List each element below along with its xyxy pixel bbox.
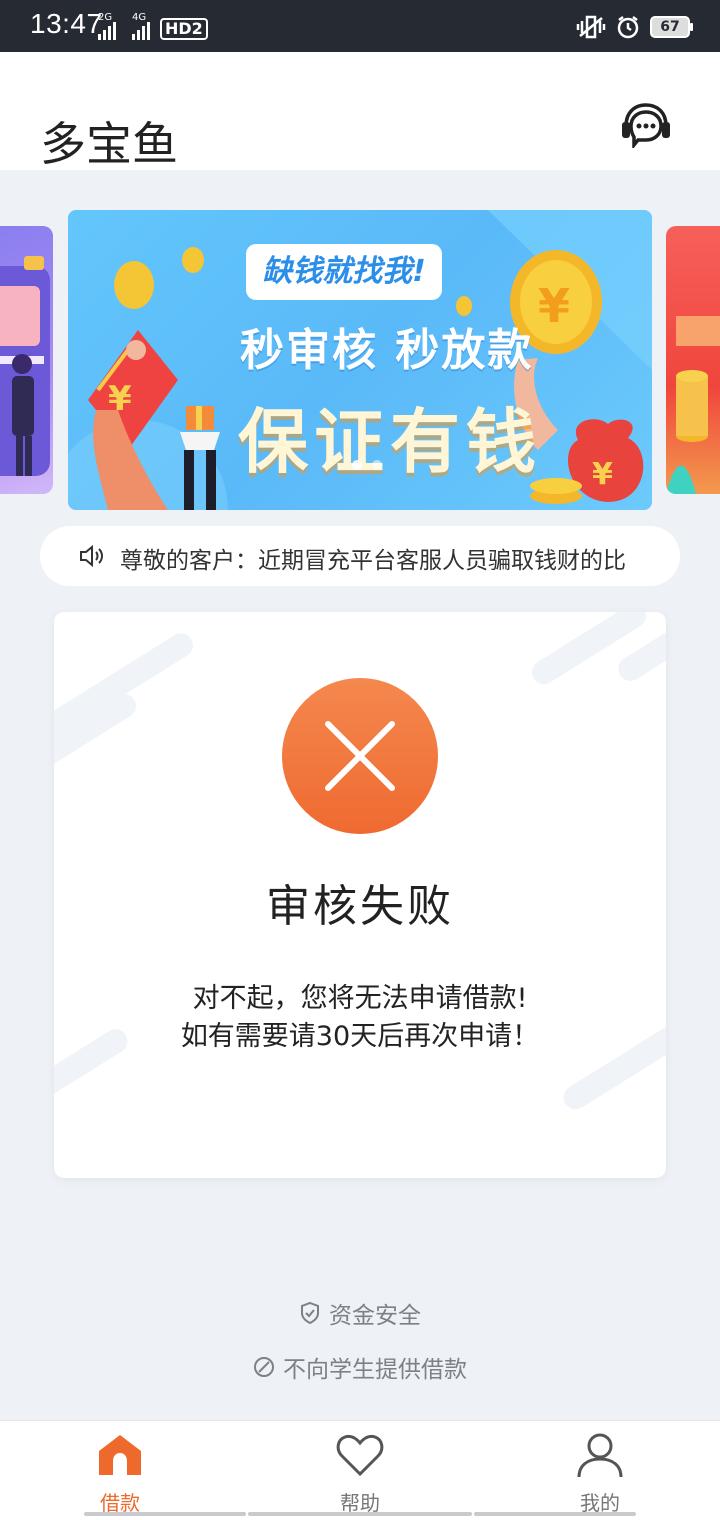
nav-item-mine[interactable]: 我的 <box>480 1421 720 1520</box>
alarm-icon <box>617 16 639 39</box>
headset-chat-icon[interactable] <box>620 102 672 148</box>
no-students-note: 不向学生提供借款 <box>0 1350 720 1384</box>
status-time: 13:47 <box>30 8 103 39</box>
signal-indicators: 2G 4G HD2 <box>98 12 208 40</box>
svg-text:¥: ¥ <box>538 279 570 333</box>
hd-voice-badge: HD2 <box>160 18 208 40</box>
businessman-illustration <box>0 256 50 476</box>
nav-item-help[interactable]: 帮助 <box>240 1421 480 1520</box>
bottom-nav: 借款 帮助 我的 <box>0 1420 720 1520</box>
carousel-dot[interactable] <box>372 460 382 470</box>
app-title: 多宝鱼 <box>40 117 178 171</box>
status-bar: 13:47 2G 4G HD2 67 <box>0 0 720 52</box>
fund-safety-label: 资金安全 <box>329 1303 421 1329</box>
gesture-bar <box>248 1512 472 1516</box>
banner-next-slide[interactable] <box>666 226 720 494</box>
coins-illustration <box>666 316 720 494</box>
result-message-line1: 对不起，您将无法申请借款! <box>192 983 528 1014</box>
nav-item-loan[interactable]: 借款 <box>0 1421 240 1520</box>
carousel-dots <box>352 460 382 470</box>
app-header: 多宝鱼 <box>0 52 720 171</box>
fail-status-icon <box>282 678 438 834</box>
banner-slogan: 保证有钱 <box>238 401 542 483</box>
result-message-line2: 如有需要请30天后再次申请！ <box>180 1021 540 1052</box>
gesture-bar <box>84 1512 246 1516</box>
banner-previous-slide[interactable] <box>0 226 53 494</box>
result-title: 审核失败 <box>266 881 454 932</box>
speaker-icon <box>80 544 103 568</box>
result-card: 审核失败 对不起，您将无法申请借款! 如有需要请30天后再次申请！ <box>54 612 666 1178</box>
signal-2g-icon: 2G <box>98 12 116 40</box>
banner-tag: 缺钱就找我! <box>246 244 442 300</box>
svg-text:¥: ¥ <box>592 457 613 492</box>
home-icon <box>99 1435 141 1475</box>
promo-banner[interactable]: ¥ ¥ ¥ 缺钱就找我! 秒审核 秒放款 保证有钱 <box>68 210 652 510</box>
banner-headline: 秒审核 秒放款 <box>240 325 534 376</box>
heart-icon <box>336 1434 384 1477</box>
fund-safety-note: 资金安全 <box>0 1296 720 1330</box>
status-right: 67 <box>576 14 693 40</box>
battery-icon: 67 <box>650 16 693 38</box>
notice-bar[interactable]: 尊敬的客户：近期冒充平台客服人员骗取钱财的比 <box>40 526 680 586</box>
signal-4g-icon: 4G <box>132 12 150 40</box>
prohibited-icon <box>254 1357 274 1377</box>
carousel-dot[interactable] <box>352 460 362 470</box>
vibrate-icon <box>576 15 606 39</box>
shield-icon <box>301 1301 319 1325</box>
notice-text: 尊敬的客户：近期冒充平台客服人员骗取钱财的比 <box>120 548 626 574</box>
no-students-label: 不向学生提供借款 <box>283 1357 467 1383</box>
gesture-bar <box>474 1512 636 1516</box>
user-icon <box>577 1433 623 1478</box>
close-icon <box>325 721 395 791</box>
